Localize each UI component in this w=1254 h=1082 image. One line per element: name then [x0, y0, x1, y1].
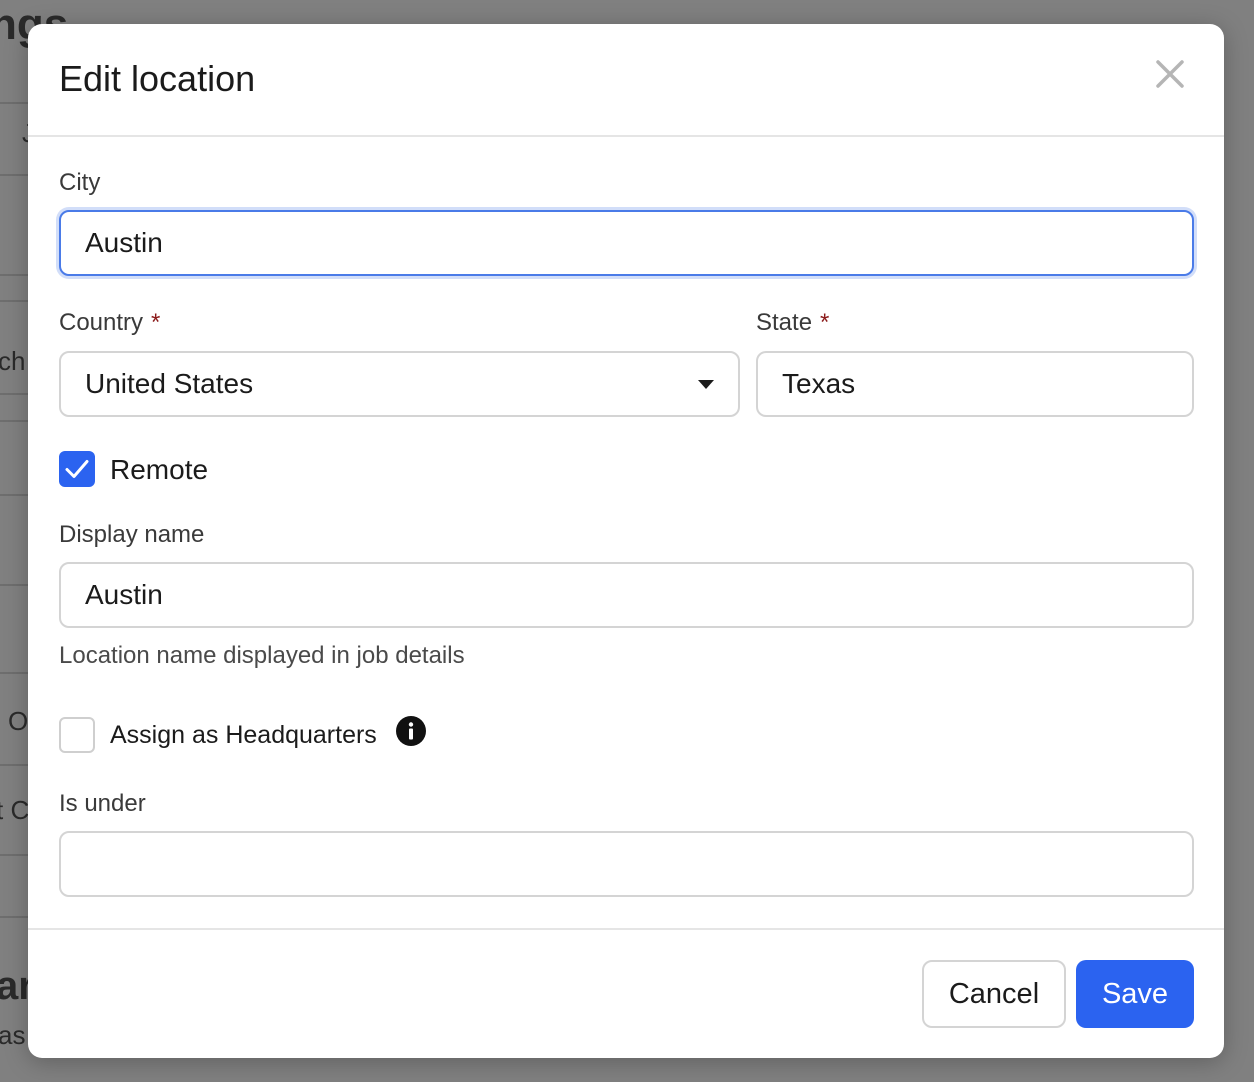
country-select[interactable]: United States	[59, 351, 740, 417]
state-label-text: State	[756, 309, 813, 336]
display-name-label: Display name	[59, 521, 205, 548]
country-label-text: Country	[59, 309, 144, 336]
save-button[interactable]: Save	[1076, 960, 1194, 1028]
info-icon-glyph	[396, 716, 426, 746]
footer-divider	[28, 928, 1224, 930]
is-under-input[interactable]	[59, 831, 1194, 897]
chevron-down-icon	[698, 379, 714, 389]
background-text: as	[0, 1020, 26, 1050]
remote-label[interactable]: Remote	[110, 454, 208, 486]
city-label: City	[59, 169, 101, 196]
close-button[interactable]	[1152, 56, 1188, 92]
state-input[interactable]: Texas	[756, 351, 1194, 417]
dialog-title: Edit location	[59, 58, 256, 99]
display-name-value: Austin	[85, 579, 163, 610]
info-icon[interactable]	[396, 716, 426, 746]
state-label: State *	[756, 309, 829, 337]
country-value: United States	[85, 368, 254, 399]
city-value: Austin	[85, 227, 163, 258]
country-label: Country *	[59, 309, 160, 337]
checkmark-icon	[65, 460, 89, 478]
edit-location-dialog: Edit location City Austin Country * Unite…	[28, 24, 1224, 1058]
required-marker: *	[151, 309, 161, 336]
headquarters-checkbox[interactable]	[59, 717, 95, 753]
is-under-label: Is under	[59, 790, 146, 817]
background-text: t C	[0, 795, 30, 825]
remote-checkbox[interactable]	[59, 451, 95, 487]
state-value: Texas	[782, 368, 856, 399]
dialog-header: Edit location	[28, 24, 1224, 137]
display-name-help: Location name displayed in job details	[59, 642, 465, 669]
background-text: ch	[0, 346, 26, 376]
cancel-button[interactable]: Cancel	[922, 960, 1066, 1028]
headquarters-label[interactable]: Assign as Headquarters	[110, 721, 377, 750]
city-input[interactable]: Austin	[59, 210, 1194, 276]
display-name-input[interactable]: Austin	[59, 562, 1194, 628]
background-text: O	[8, 706, 29, 736]
required-marker: *	[820, 309, 830, 336]
close-icon	[1156, 60, 1184, 88]
